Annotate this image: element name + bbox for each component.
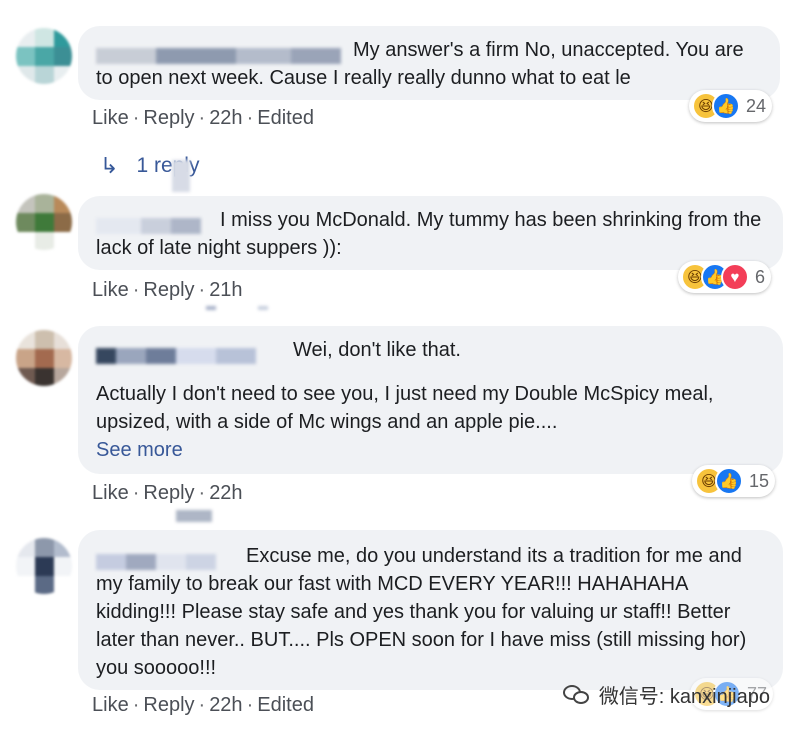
avatar[interactable] (16, 538, 72, 594)
reaction-summary[interactable]: 😆 👍 15 (692, 465, 776, 497)
blurred-marker (206, 306, 216, 310)
comment-actions: Like · Reply · 22h (92, 482, 243, 504)
avatar[interactable] (16, 194, 72, 250)
like-reaction-icon: 👍 (712, 92, 740, 120)
like-button[interactable]: Like (92, 482, 129, 504)
like-button[interactable]: Like (92, 694, 129, 716)
timestamp[interactable]: 22h (209, 482, 242, 504)
comment-bubble: I miss you McDonald. My tummy has been s… (78, 196, 783, 270)
love-reaction-icon: ♥ (721, 263, 749, 291)
wechat-watermark: 微信号: kanxinjiapo (562, 680, 770, 709)
wechat-icon (562, 683, 591, 707)
reaction-count: 15 (749, 470, 770, 491)
timestamp[interactable]: 21h (209, 279, 242, 301)
commenter-name[interactable] (96, 42, 351, 65)
replies-count: 1 reply (136, 154, 200, 177)
comment-actions: Like · Reply · 22h · Edited (92, 694, 314, 716)
reaction-count: 24 (746, 95, 767, 116)
reply-button[interactable]: Reply (143, 482, 194, 504)
reply-button[interactable]: Reply (143, 107, 194, 129)
commenter-name[interactable] (96, 548, 244, 571)
commenter-name[interactable] (96, 342, 291, 365)
like-reaction-icon: 👍 (715, 467, 743, 495)
comment-actions: Like · Reply · 21h (92, 279, 243, 301)
comment-actions: Like · Reply · 22h · Edited (92, 107, 314, 129)
comment-text: Actually I don't need to see you, I just… (96, 383, 714, 433)
reply-button[interactable]: Reply (143, 279, 194, 301)
edited-label[interactable]: Edited (257, 694, 314, 716)
avatar[interactable] (16, 330, 72, 386)
comment-text: Wei, don't like that. (293, 339, 461, 361)
reaction-count: 6 (755, 266, 766, 287)
blurred-reply-avatar (172, 160, 190, 192)
reply-button[interactable]: Reply (143, 694, 194, 716)
comment-bubble: Excuse me, do you understand its a tradi… (78, 530, 783, 690)
blurred-marker (176, 510, 212, 522)
like-button[interactable]: Like (92, 107, 129, 129)
reaction-summary[interactable]: 😆 👍 ♥ 6 (678, 261, 772, 293)
see-more-link[interactable]: See more (96, 436, 765, 464)
reaction-summary[interactable]: 😆 👍 24 (689, 90, 773, 122)
reply-arrow-icon: ↳ (100, 153, 119, 178)
commenter-name[interactable] (96, 212, 218, 235)
blurred-marker (258, 306, 268, 310)
timestamp[interactable]: 22h (209, 107, 242, 129)
avatar[interactable] (16, 28, 72, 84)
comment-bubble: My answer's a firm No, unaccepted. You a… (78, 26, 780, 100)
edited-label[interactable]: Edited (257, 107, 314, 129)
comment-bubble: Wei, don't like that. Actually I don't n… (78, 326, 783, 474)
timestamp[interactable]: 22h (209, 694, 242, 716)
watermark-text: 微信号: kanxinjiapo (598, 686, 770, 708)
like-button[interactable]: Like (92, 279, 129, 301)
